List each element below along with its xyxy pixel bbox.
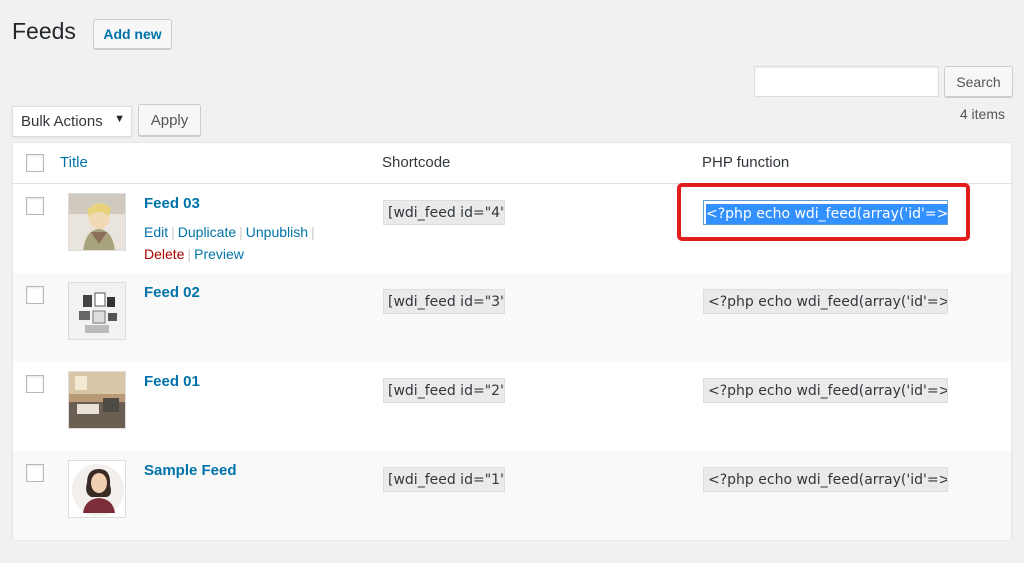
- table-row: Feed 01 [wdi_feed id="2" <?php echo wdi_…: [13, 362, 1011, 451]
- duplicate-link[interactable]: Duplicate: [178, 224, 236, 240]
- row-checkbox[interactable]: [26, 464, 44, 482]
- add-new-button[interactable]: Add new: [93, 19, 172, 49]
- search-button[interactable]: Search: [944, 66, 1013, 97]
- search-input[interactable]: [754, 66, 939, 97]
- row-actions: Edit | Duplicate | Unpublish | Delete | Preview: [144, 224, 315, 262]
- php-function-field[interactable]: <?php echo wdi_feed(array('id'=>: [703, 289, 948, 314]
- delete-link[interactable]: Delete: [144, 246, 184, 262]
- shortcode-field[interactable]: [wdi_feed id="4": [383, 200, 505, 225]
- shortcode-field[interactable]: [wdi_feed id="3": [383, 289, 505, 314]
- row-checkbox[interactable]: [26, 286, 44, 304]
- highlight-annotation: [677, 183, 970, 241]
- php-function-field[interactable]: <?php echo wdi_feed(array('id'=>: [703, 378, 948, 403]
- select-all-checkbox[interactable]: [26, 154, 44, 172]
- column-shortcode: Shortcode: [382, 154, 451, 171]
- apply-button[interactable]: Apply: [138, 104, 201, 136]
- unpublish-link[interactable]: Unpublish: [246, 224, 308, 240]
- feed-thumbnail: [68, 371, 126, 429]
- page-title: Feeds: [12, 18, 76, 44]
- feed-thumbnail: [68, 460, 126, 518]
- bulk-actions-select[interactable]: Bulk Actions ▼: [12, 106, 132, 137]
- shortcode-field[interactable]: [wdi_feed id="2": [383, 378, 505, 403]
- column-title[interactable]: Title: [60, 154, 88, 171]
- php-function-field[interactable]: <?php echo wdi_feed(array('id'=>: [703, 467, 948, 492]
- shortcode-field[interactable]: [wdi_feed id="1": [383, 467, 505, 492]
- table-header: Title Shortcode PHP function: [13, 143, 1011, 184]
- feed-title-link[interactable]: Feed 03: [144, 195, 200, 212]
- bulk-actions-label: Bulk Actions: [21, 113, 103, 130]
- feed-title-link[interactable]: Feed 02: [144, 284, 200, 301]
- row-checkbox[interactable]: [26, 375, 44, 393]
- column-php-function: PHP function: [702, 154, 790, 171]
- row-checkbox[interactable]: [26, 197, 44, 215]
- preview-link[interactable]: Preview: [194, 246, 244, 262]
- feed-thumbnail: [68, 193, 126, 251]
- feed-thumbnail: [68, 282, 126, 340]
- feed-title-link[interactable]: Feed 01: [144, 373, 200, 390]
- table-row: Sample Feed [wdi_feed id="1" <?php echo …: [13, 451, 1011, 540]
- table-row: Feed 02 [wdi_feed id="3" <?php echo wdi_…: [13, 273, 1011, 362]
- chevron-down-icon: ▼: [114, 113, 125, 125]
- edit-link[interactable]: Edit: [144, 224, 168, 240]
- items-count: 4 items: [959, 106, 1005, 122]
- feed-title-link[interactable]: Sample Feed: [144, 462, 237, 479]
